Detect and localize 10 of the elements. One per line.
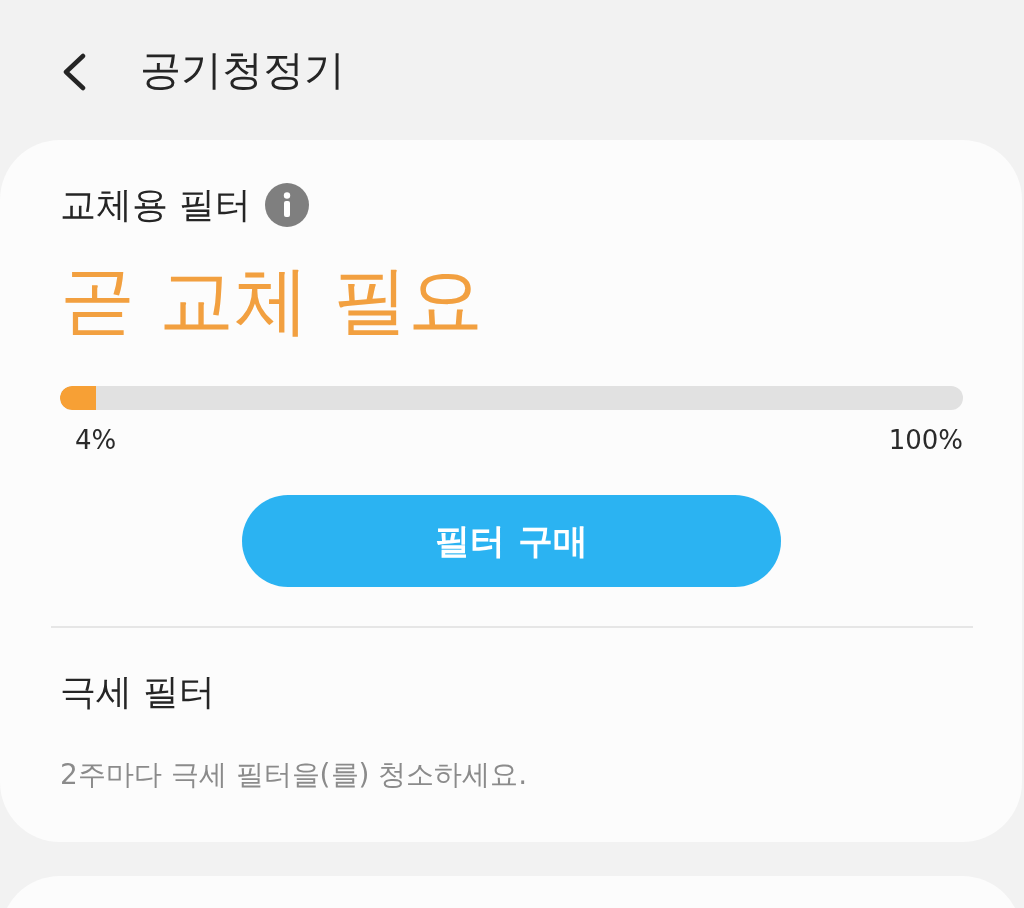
section-description: 2주마다 극세 필터을(를) 청소하세요.	[60, 757, 529, 793]
current-percent: 4%	[75, 424, 117, 456]
back-icon	[61, 53, 87, 91]
card-title: 교체용 필터	[60, 183, 252, 227]
page-title: 공기청정기	[140, 45, 345, 95]
section-title: 극세 필터	[60, 670, 217, 714]
max-percent: 100%	[888, 424, 963, 456]
info-icon[interactable]	[265, 183, 310, 227]
filter-status: 곧 교체 필요	[60, 255, 484, 345]
buy-filter-button[interactable]: 필터 구매	[242, 495, 781, 587]
